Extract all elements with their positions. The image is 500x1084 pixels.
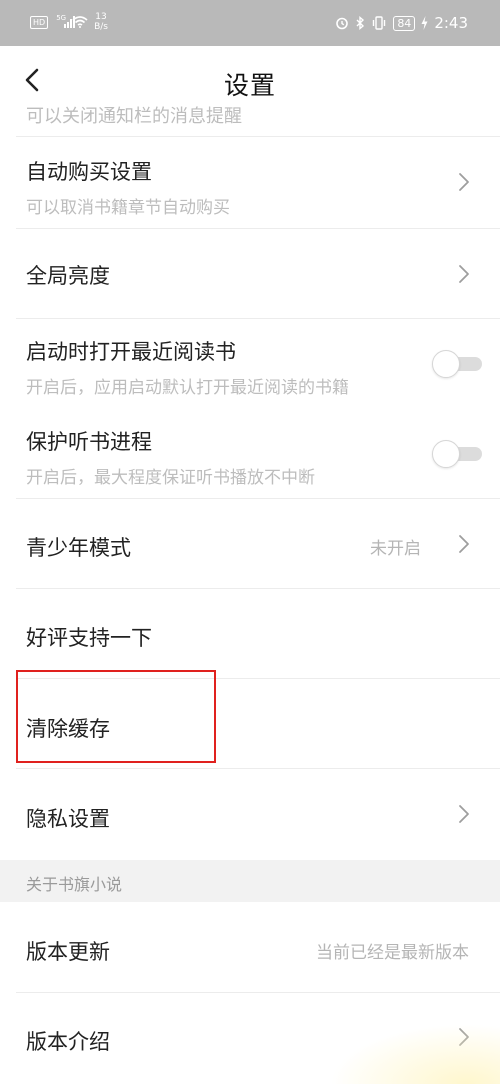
youth-mode-row[interactable]: 青少年模式 未开启: [0, 498, 500, 588]
about-section-header: 关于书旗小说: [0, 860, 500, 902]
charging-icon: [421, 16, 428, 30]
rate-us-title: 好评支持一下: [26, 626, 152, 650]
open-recent-book-subtitle: 开启后，应用启动默认打开最近阅读的书籍: [26, 378, 349, 398]
row-divider: [16, 768, 500, 769]
status-time: 2:43: [434, 14, 468, 32]
auto-buy-settings-row[interactable]: 自动购买设置 可以取消书籍章节自动购买: [0, 136, 500, 228]
notification-setting-row-clipped[interactable]: 可以关闭通知栏的消息提醒: [0, 100, 500, 136]
row-divider: [16, 228, 500, 229]
clear-cache-highlight-box: [16, 670, 216, 763]
protect-listening-title: 保护听书进程: [26, 430, 152, 454]
notification-setting-subtitle: 可以关闭通知栏的消息提醒: [26, 106, 242, 127]
protect-listening-toggle[interactable]: [432, 440, 482, 468]
row-divider: [16, 136, 500, 137]
chevron-right-icon: [459, 535, 469, 553]
battery-level: 84: [393, 15, 416, 31]
rate-us-row[interactable]: 好评支持一下: [0, 588, 500, 678]
open-recent-book-toggle[interactable]: [432, 350, 482, 378]
network-speed-value: 13: [95, 12, 107, 22]
network-speed: 13 B/s: [94, 12, 108, 32]
global-brightness-row[interactable]: 全局亮度: [0, 228, 500, 318]
status-bar: HD 5G 13 B/s 84 2:43: [0, 0, 500, 46]
status-left: HD 5G 13 B/s: [30, 12, 108, 32]
protect-listening-subtitle: 开启后，最大程度保证听书播放不中断: [26, 468, 315, 488]
hd-badge: HD: [30, 15, 49, 29]
version-update-status: 当前已经是最新版本: [316, 943, 469, 963]
bluetooth-icon: [356, 16, 365, 30]
chevron-right-icon: [459, 265, 469, 283]
row-divider: [16, 588, 500, 589]
youth-mode-title: 青少年模式: [26, 536, 131, 560]
toggle-knob: [432, 440, 460, 468]
open-recent-book-title: 启动时打开最近阅读书: [26, 340, 236, 364]
chevron-right-icon: [459, 173, 469, 191]
auto-buy-settings-title: 自动购买设置: [26, 160, 152, 184]
global-brightness-title: 全局亮度: [26, 264, 110, 288]
version-update-title: 版本更新: [26, 940, 110, 964]
row-divider: [16, 318, 500, 319]
status-right: 84 2:43: [335, 14, 468, 32]
row-divider: [16, 498, 500, 499]
network-speed-unit: B/s: [94, 22, 108, 32]
open-recent-book-row: 启动时打开最近阅读书 开启后，应用启动默认打开最近阅读的书籍: [0, 318, 500, 408]
auto-buy-settings-subtitle: 可以取消书籍章节自动购买: [26, 198, 230, 218]
page-title: 设置: [223, 71, 276, 100]
wifi-icon: [72, 16, 88, 28]
vibrate-icon: [373, 16, 386, 30]
about-section-title: 关于书旗小说: [26, 875, 123, 894]
privacy-settings-row[interactable]: 隐私设置: [0, 768, 500, 860]
protect-listening-row: 保护听书进程 开启后，最大程度保证听书播放不中断: [0, 408, 500, 498]
version-intro-title: 版本介绍: [26, 1030, 110, 1054]
version-update-row[interactable]: 版本更新 当前已经是最新版本: [0, 902, 500, 992]
privacy-settings-title: 隐私设置: [26, 807, 110, 831]
youth-mode-status: 未开启: [370, 539, 421, 559]
toggle-knob: [432, 350, 460, 378]
network-type-label: 5G: [56, 14, 67, 22]
corner-light-glow: [330, 1024, 500, 1084]
row-divider: [16, 992, 500, 993]
chevron-right-icon: [459, 805, 469, 823]
alarm-icon: [336, 17, 349, 30]
